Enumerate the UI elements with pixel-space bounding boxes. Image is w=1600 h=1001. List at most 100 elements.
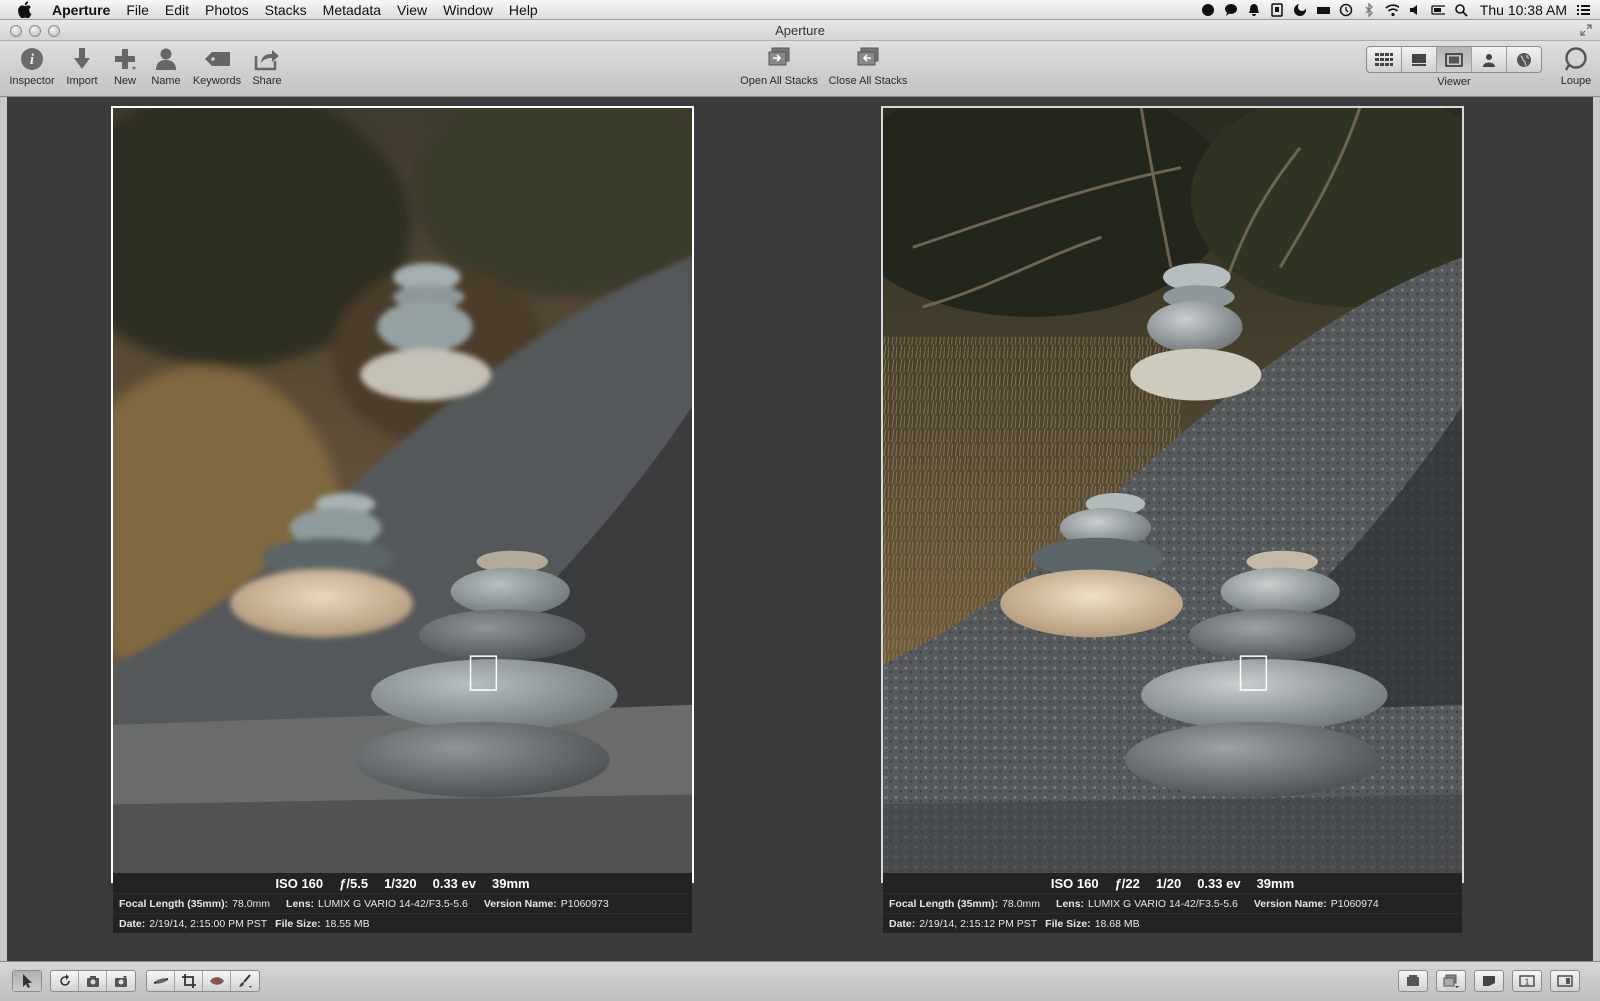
date-label: Date: xyxy=(119,917,146,930)
focal-35-label: Focal Length (35mm): xyxy=(889,897,999,910)
primary-only-button[interactable]: 1 xyxy=(1513,971,1541,991)
file-size-value: 18.68 MB xyxy=(1094,917,1140,930)
menu-app-name[interactable]: Aperture xyxy=(52,1,110,19)
primary-only-toggle: 1 xyxy=(1512,970,1542,992)
metadata-overlay-button[interactable] xyxy=(1475,971,1503,991)
iso-value: ISO 160 xyxy=(1050,875,1099,891)
close-stacks-icon xyxy=(857,47,879,66)
plus-icon xyxy=(115,49,136,70)
show-filmstrip-button[interactable] xyxy=(1399,971,1427,991)
dropbox-icon[interactable] xyxy=(1201,3,1215,17)
photo-viewer-secondary[interactable] xyxy=(881,106,1464,883)
arrow-pointer-icon xyxy=(23,974,32,988)
brush-tool-button[interactable] xyxy=(231,971,259,991)
primary-only-icon: 1 xyxy=(1519,975,1535,987)
menu-help[interactable]: Help xyxy=(509,1,538,19)
apple-menu-icon[interactable] xyxy=(18,1,34,18)
import-button[interactable]: Import xyxy=(62,45,102,87)
import-arrow-icon xyxy=(74,48,90,69)
select-tool-button[interactable] xyxy=(13,971,41,991)
volume-icon[interactable] xyxy=(1408,3,1422,17)
name-button[interactable]: Name xyxy=(148,45,184,87)
keywords-button[interactable]: Keywords xyxy=(190,45,244,87)
inspector-button[interactable]: i Inspector xyxy=(8,45,56,87)
viewer-label: Viewer xyxy=(1437,76,1471,88)
date-label: Date: xyxy=(889,917,916,930)
stamp-icon xyxy=(115,976,127,987)
rotate-tool-button[interactable] xyxy=(51,971,79,991)
menu-bar: Aperture File Edit Photos Stacks Metadat… xyxy=(0,0,1600,20)
browser-grid-button[interactable] xyxy=(1367,47,1402,72)
time-machine-icon[interactable] xyxy=(1339,3,1353,17)
photo-viewer-primary[interactable] xyxy=(111,106,694,883)
version-name-value: P1060973 xyxy=(560,897,609,910)
notification-icon[interactable] xyxy=(1247,3,1261,17)
loupe-button[interactable]: Loupe xyxy=(1556,45,1596,87)
spotlight-icon[interactable] xyxy=(1454,3,1468,17)
straighten-icon xyxy=(153,978,168,984)
chat-icon[interactable] xyxy=(1224,3,1238,17)
file-size-label: File Size: xyxy=(275,917,321,930)
lift-tool-button[interactable] xyxy=(79,971,107,991)
menu-window[interactable]: Window xyxy=(443,1,493,19)
brush-icon xyxy=(239,974,252,988)
menu-stacks[interactable]: Stacks xyxy=(265,1,307,19)
adjust-tool-group xyxy=(146,970,260,992)
places-button[interactable] xyxy=(1507,47,1541,72)
crop-icon xyxy=(181,974,196,988)
faces-button[interactable] xyxy=(1472,47,1507,72)
wifi-icon[interactable] xyxy=(1385,3,1399,17)
split-view-button[interactable] xyxy=(1402,47,1437,72)
open-all-stacks-button[interactable]: Open All Stacks xyxy=(738,45,820,87)
svg-text:1: 1 xyxy=(1525,978,1530,987)
photo-metadata-secondary: ISO 160 ƒ/22 1/20 0.33 ev 39mm Focal Len… xyxy=(883,873,1462,933)
new-button[interactable]: New xyxy=(110,45,140,87)
focal-35-value: 78.0mm xyxy=(232,897,271,910)
menu-file[interactable]: File xyxy=(126,1,149,19)
window-title: Aperture xyxy=(775,23,825,38)
menu-edit[interactable]: Edit xyxy=(165,1,189,19)
stack-options xyxy=(1436,970,1466,992)
red-eye-tool-button[interactable] xyxy=(203,971,231,991)
crop-tool-button[interactable] xyxy=(175,971,203,991)
battery-icon[interactable] xyxy=(1431,3,1445,17)
exposure-bias-value: 0.33 ev xyxy=(432,875,476,891)
shutter-value: 1/320 xyxy=(384,875,417,891)
notification-center-icon[interactable] xyxy=(1576,3,1590,17)
photo-image xyxy=(883,108,1462,881)
lens-value: LUMIX G VARIO 14-42/F3.5-5.6 xyxy=(318,897,468,910)
focal-length-value: 39mm xyxy=(491,875,530,891)
menu-view[interactable]: View xyxy=(397,1,427,19)
tag-icon xyxy=(205,52,230,66)
lens-label: Lens: xyxy=(286,897,315,910)
metadata-overlay-toggle xyxy=(1474,970,1504,992)
straighten-tool-button[interactable] xyxy=(147,971,175,991)
faces-icon xyxy=(1483,53,1495,67)
aperture-value: ƒ/22 xyxy=(1114,875,1140,891)
show-browser-toggle xyxy=(1398,970,1428,992)
menu-photos[interactable]: Photos xyxy=(205,1,249,19)
selection-tool-group xyxy=(12,970,42,992)
clipboard-icon[interactable] xyxy=(1270,3,1284,17)
fullscreen-icon[interactable] xyxy=(1580,24,1592,36)
viewer-stage: ISO 160 ƒ/5.5 1/320 0.33 ev 39mm Focal L… xyxy=(7,97,1593,961)
menubar-clock[interactable]: Thu 10:38 AM xyxy=(1480,1,1567,19)
grid-icon xyxy=(1375,52,1393,66)
viewer-button[interactable] xyxy=(1437,47,1472,72)
shutter-value: 1/20 xyxy=(1155,875,1182,891)
share-button[interactable]: Share xyxy=(250,45,284,87)
menu-metadata[interactable]: Metadata xyxy=(323,1,381,19)
bluetooth-icon[interactable] xyxy=(1362,3,1376,17)
close-all-stacks-button[interactable]: Close All Stacks xyxy=(826,45,910,87)
battery-saver-icon[interactable] xyxy=(1316,3,1330,17)
photo-metadata-primary: ISO 160 ƒ/5.5 1/320 0.33 ev 39mm Focal L… xyxy=(113,873,692,933)
toggle-inspector-button[interactable] xyxy=(1551,971,1579,991)
file-size-label: File Size: xyxy=(1045,917,1091,930)
lens-value: LUMIX G VARIO 14-42/F3.5-5.6 xyxy=(1088,897,1238,910)
version-name-label: Version Name: xyxy=(483,897,557,910)
stack-menu-button[interactable] xyxy=(1437,971,1465,991)
stamp-tool-button[interactable] xyxy=(107,971,135,991)
exposure-bias-value: 0.33 ev xyxy=(1197,875,1241,891)
moon-icon[interactable] xyxy=(1293,3,1307,17)
version-name-label: Version Name: xyxy=(1253,897,1327,910)
